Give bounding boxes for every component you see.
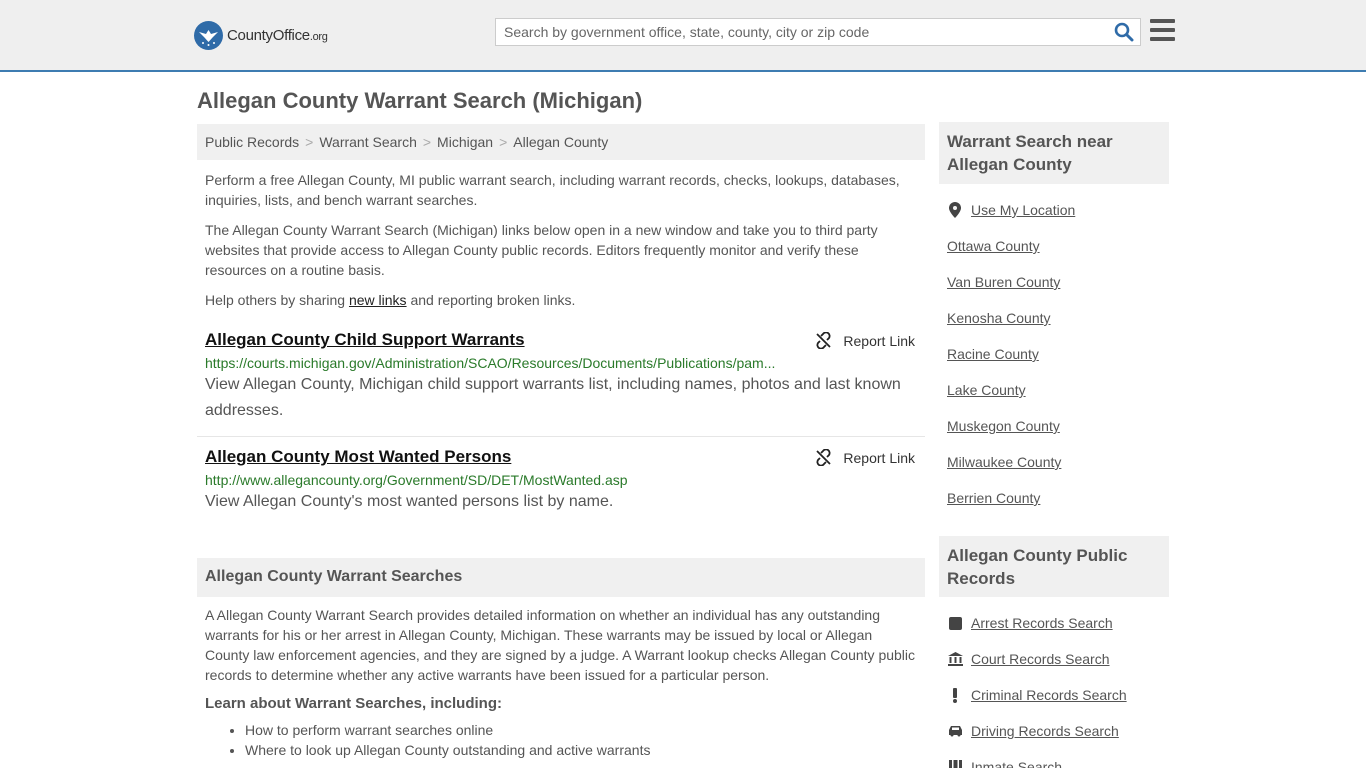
- breadcrumb-current: Allegan County: [513, 134, 609, 150]
- records-item: Driving Records Search: [939, 713, 1169, 749]
- nearby-county-item: Lake County: [939, 372, 1169, 408]
- nearby-county-item: Milwaukee County: [939, 444, 1169, 480]
- learn-list: How to perform warrant searches online W…: [205, 720, 917, 760]
- resource-link-item: Allegan County Most Wanted Persons Repor…: [197, 447, 925, 515]
- intro-text: Perform a free Allegan County, MI public…: [197, 170, 925, 310]
- court-records-link[interactable]: Court Records Search: [971, 651, 1110, 667]
- page-title: Allegan County Warrant Search (Michigan): [197, 88, 643, 113]
- nearby-county-item: Kenosha County: [939, 300, 1169, 336]
- resource-link-title[interactable]: Allegan County Child Support Warrants: [205, 330, 525, 350]
- report-link-button[interactable]: Report Link: [815, 332, 915, 349]
- intro-paragraph: Perform a free Allegan County, MI public…: [205, 172, 900, 208]
- map-pin-icon: [947, 202, 963, 218]
- section-heading: Allegan County Warrant Searches: [197, 558, 925, 597]
- nearby-county-link[interactable]: Milwaukee County: [947, 454, 1061, 470]
- nearby-county-item: Ottawa County: [939, 228, 1169, 264]
- share-paragraph: Help others by sharing new links and rep…: [205, 292, 576, 308]
- nearby-list: Use My Location Ottawa County Van Buren …: [939, 192, 1169, 516]
- broken-link-icon: [816, 332, 832, 349]
- nearby-county-item: Muskegon County: [939, 408, 1169, 444]
- records-list: Arrest Records Search Court Records Sear…: [939, 605, 1169, 768]
- new-links-link[interactable]: new links: [349, 292, 407, 308]
- nearby-county-item: Van Buren County: [939, 264, 1169, 300]
- inmate-search-link[interactable]: Inmate Search: [971, 759, 1062, 768]
- inmate-icon: [947, 760, 963, 768]
- nearby-county-link[interactable]: Muskegon County: [947, 418, 1060, 434]
- nearby-county-item: Berrien County: [939, 480, 1169, 516]
- section-body: A Allegan County Warrant Search provides…: [197, 605, 925, 760]
- logo-text: CountyOffice.org: [227, 26, 328, 44]
- nearby-county-link[interactable]: Lake County: [947, 382, 1026, 398]
- report-link-button[interactable]: Report Link: [815, 449, 915, 466]
- breadcrumb: Public Records > Warrant Search > Michigan > A…: [197, 124, 925, 160]
- list-item: Where to look up Allegan County outstand…: [245, 740, 917, 760]
- breadcrumb-public-records[interactable]: Public Records: [205, 134, 299, 150]
- resource-link-url[interactable]: https://courts.michigan.gov/Administrati…: [205, 355, 780, 371]
- use-location-item: Use My Location: [939, 192, 1169, 228]
- driving-records-link[interactable]: Driving Records Search: [971, 723, 1119, 739]
- resource-link-description: View Allegan County, Michigan child supp…: [205, 376, 901, 419]
- car-icon: [947, 725, 963, 737]
- nearby-county-link[interactable]: Van Buren County: [947, 274, 1060, 290]
- arrest-records-link[interactable]: Arrest Records Search: [971, 615, 1113, 631]
- courthouse-icon: [947, 652, 963, 666]
- sidebar-heading-records: Allegan County Public Records: [939, 536, 1169, 597]
- records-item: Criminal Records Search: [939, 677, 1169, 713]
- learn-heading: Learn about Warrant Searches, including:: [205, 695, 502, 712]
- site-logo[interactable]: CountyOffice.org: [194, 20, 328, 50]
- sidebar: Warrant Search near Allegan County Use M…: [939, 122, 1169, 768]
- nearby-county-link[interactable]: Berrien County: [947, 490, 1040, 506]
- exclamation-icon: [947, 687, 963, 703]
- breadcrumb-warrant-search[interactable]: Warrant Search: [319, 134, 417, 150]
- broken-link-icon: [816, 449, 832, 466]
- criminal-records-link[interactable]: Criminal Records Search: [971, 687, 1127, 703]
- intro-paragraph: The Allegan County Warrant Search (Michi…: [205, 222, 878, 278]
- hamburger-menu-icon[interactable]: [1150, 19, 1175, 41]
- search-icon[interactable]: [1114, 22, 1134, 42]
- eagle-logo-icon: [194, 20, 223, 50]
- main-content: Public Records > Warrant Search > Michigan > A…: [197, 124, 925, 760]
- square-icon: [947, 616, 963, 630]
- use-my-location-link[interactable]: Use My Location: [971, 202, 1075, 218]
- nearby-county-link[interactable]: Kenosha County: [947, 310, 1051, 326]
- section-paragraph: A Allegan County Warrant Search provides…: [205, 607, 916, 683]
- records-item: Inmate Search: [939, 749, 1169, 768]
- records-item: Court Records Search: [939, 641, 1169, 677]
- resource-link-description: View Allegan County's most wanted person…: [205, 493, 614, 510]
- breadcrumb-michigan[interactable]: Michigan: [437, 134, 493, 150]
- resource-link-title[interactable]: Allegan County Most Wanted Persons: [205, 447, 511, 467]
- nearby-county-link[interactable]: Ottawa County: [947, 238, 1040, 254]
- resource-link-item: Allegan County Child Support Warrants Re…: [197, 330, 925, 437]
- list-item: How to perform warrant searches online: [245, 720, 917, 740]
- search-input[interactable]: [496, 19, 1096, 45]
- site-header: CountyOffice.org: [0, 0, 1366, 72]
- search-box: [495, 18, 1141, 46]
- nearby-county-link[interactable]: Racine County: [947, 346, 1039, 362]
- sidebar-heading-nearby: Warrant Search near Allegan County: [939, 122, 1169, 184]
- records-item: Arrest Records Search: [939, 605, 1169, 641]
- resource-link-url[interactable]: http://www.allegancounty.org/Government/…: [205, 472, 780, 488]
- nearby-county-item: Racine County: [939, 336, 1169, 372]
